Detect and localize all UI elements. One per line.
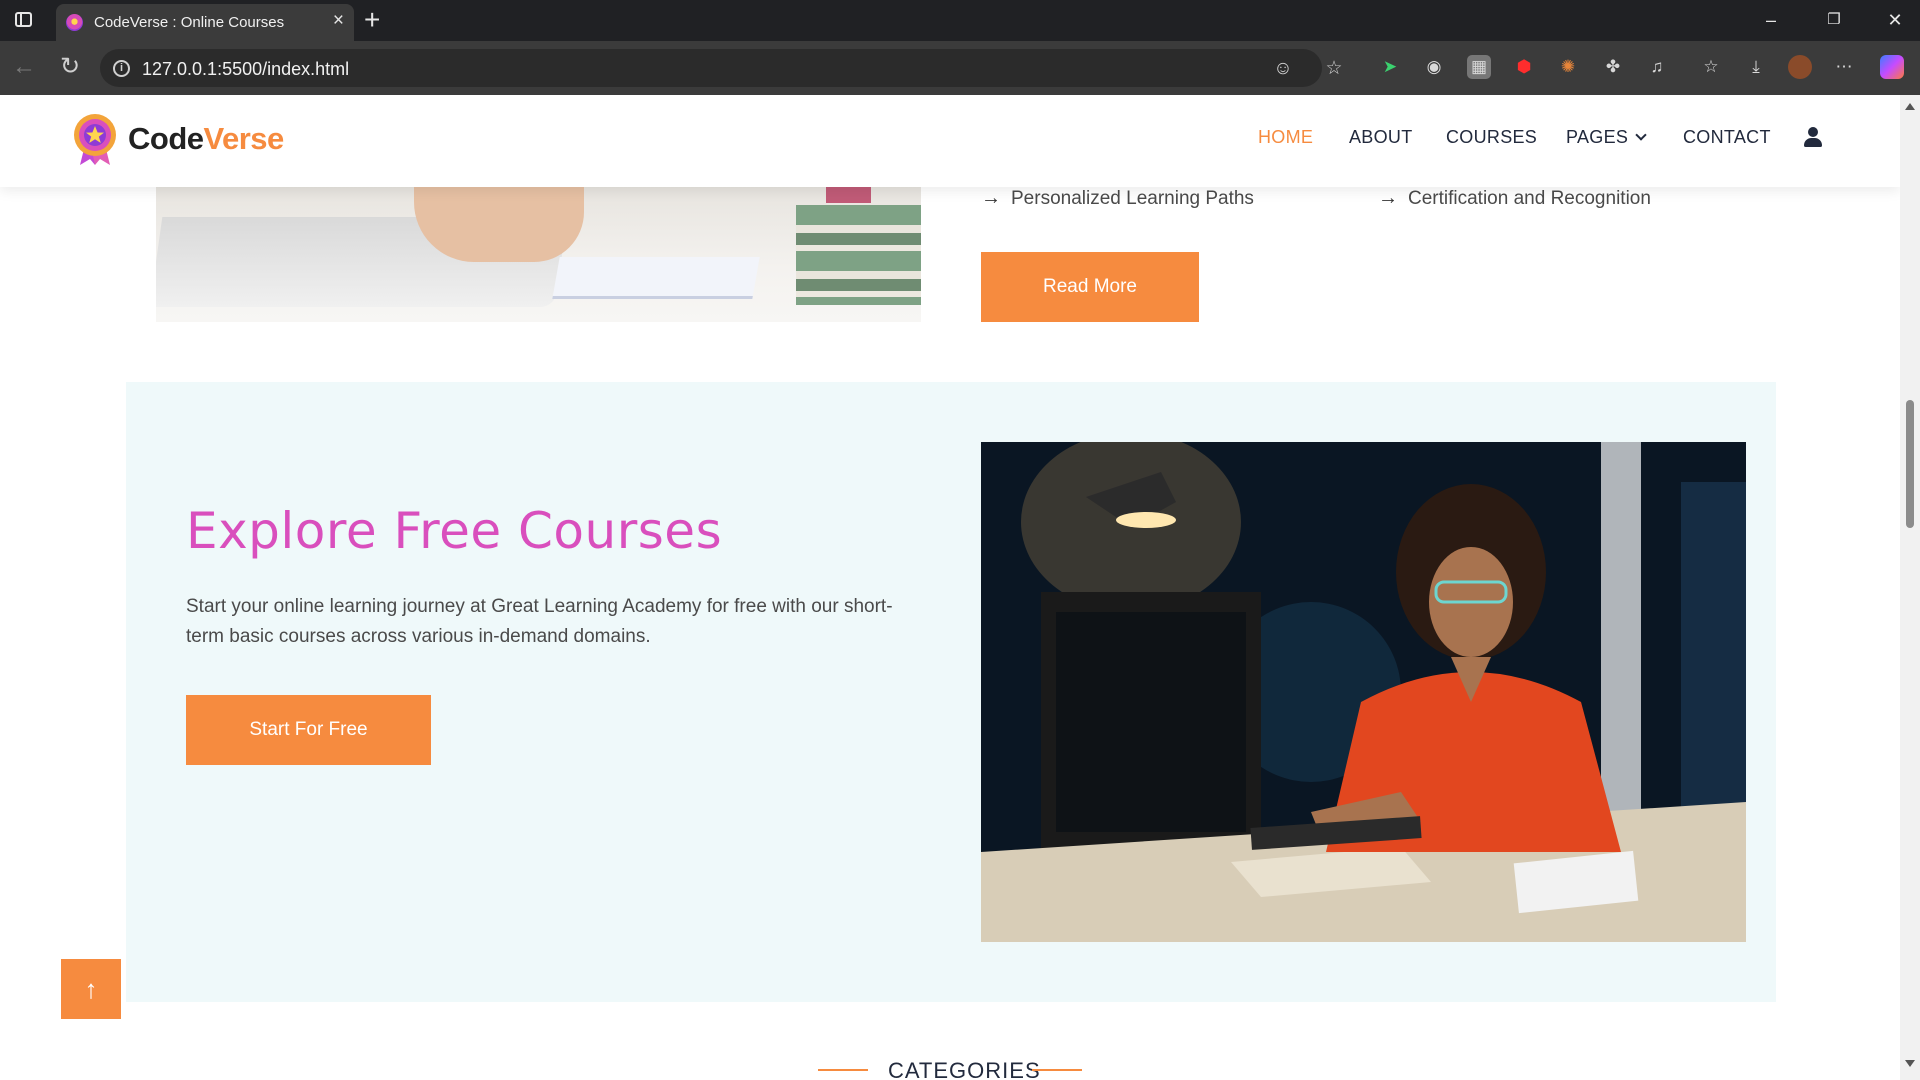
logo-text-verse: Verse: [203, 121, 285, 156]
nav-home[interactable]: HOME: [1258, 127, 1313, 148]
extension-image-icon[interactable]: ▦: [1467, 55, 1491, 79]
browser-toolbar: ← ↻ i 127.0.0.1:5500/index.html ☺ ☆ ➤ ◉ …: [0, 41, 1920, 95]
site-logo[interactable]: CodeVerse: [128, 121, 284, 157]
heading-line-left: [818, 1069, 868, 1071]
reading-mode-icon[interactable]: ☺: [1272, 58, 1294, 80]
logo-text-code: Code: [128, 121, 204, 156]
nav-contact[interactable]: CONTACT: [1683, 127, 1771, 148]
reload-icon[interactable]: ↻: [56, 53, 84, 81]
free-courses-description: Start your online learning journey at Gr…: [186, 596, 893, 647]
extension-mouse-icon[interactable]: ◉: [1422, 55, 1446, 79]
url-text[interactable]: 127.0.0.1:5500/index.html: [142, 59, 349, 80]
browser-tab[interactable]: CodeVerse : Online Courses ×: [56, 4, 354, 41]
site-info-icon[interactable]: i: [113, 60, 130, 77]
nav-pages-label: PAGES: [1566, 127, 1629, 147]
copilot-icon[interactable]: [1880, 55, 1904, 79]
extension-cookie-icon[interactable]: ✺: [1556, 55, 1580, 79]
user-account-icon[interactable]: [1804, 127, 1822, 147]
free-courses-section: Explore Free Courses Start your online l…: [126, 382, 1776, 1002]
more-menu-icon[interactable]: ⋯: [1832, 55, 1856, 79]
extension-shield-icon[interactable]: ⬢: [1512, 55, 1536, 79]
nav-about[interactable]: ABOUT: [1349, 127, 1413, 148]
read-more-button[interactable]: Read More: [981, 252, 1199, 322]
close-window-icon[interactable]: ✕: [1883, 8, 1907, 32]
woman-at-computer-image: [981, 442, 1746, 942]
media-icon[interactable]: ♫: [1645, 55, 1669, 79]
address-bar[interactable]: i 127.0.0.1:5500/index.html ☺ ☆: [100, 49, 1343, 87]
heading-line-right: [1032, 1069, 1082, 1071]
extension-rocket-icon[interactable]: ➤: [1378, 55, 1402, 79]
page-viewport: CodeVerse HOME ABOUT COURSES PAGES CONTA…: [0, 95, 1900, 1080]
arrow-up-icon: ↑: [84, 974, 98, 1004]
new-tab-icon[interactable]: +: [364, 4, 380, 36]
scroll-up-icon[interactable]: [1905, 103, 1915, 110]
pink-object-shape: [826, 187, 871, 203]
browser-tab-bar: CodeVerse : Online Courses × + – ❐ ✕: [0, 0, 1920, 41]
logo-badge-icon: [74, 114, 116, 165]
tab-actions-icon[interactable]: [15, 12, 32, 27]
tab-title: CodeVerse : Online Courses: [94, 14, 285, 31]
close-tab-icon[interactable]: ×: [333, 11, 344, 31]
paper-shape: [552, 257, 760, 299]
hand-shape: [414, 187, 584, 262]
back-icon[interactable]: ←: [10, 53, 38, 81]
feature-label: Certification and Recognition: [1408, 187, 1651, 209]
categories-heading-text: CATEGORIES: [888, 1058, 1041, 1080]
nav-pages[interactable]: PAGES: [1566, 127, 1647, 148]
start-for-free-button[interactable]: Start For Free: [186, 695, 431, 765]
chevron-down-icon: [1635, 129, 1647, 141]
extensions-puzzle-icon[interactable]: ✤: [1601, 55, 1625, 79]
site-favicon-icon: [66, 14, 83, 31]
site-header: CodeVerse HOME ABOUT COURSES PAGES CONTA…: [0, 95, 1900, 187]
feature-item: → Personalized Learning Paths: [981, 187, 1254, 210]
favorites-icon[interactable]: ☆: [1699, 55, 1723, 79]
arrow-right-icon: →: [1378, 187, 1398, 209]
minimize-icon[interactable]: –: [1759, 8, 1783, 32]
scroll-down-icon[interactable]: [1905, 1060, 1915, 1067]
arrow-right-icon: →: [981, 187, 1001, 209]
about-laptop-image: [156, 187, 921, 322]
restore-icon[interactable]: ❐: [1822, 8, 1846, 32]
downloads-icon[interactable]: ⤓: [1744, 55, 1768, 79]
favorite-star-icon[interactable]: ☆: [1323, 58, 1345, 80]
profile-avatar[interactable]: [1788, 55, 1812, 79]
page-scrollbar[interactable]: [1900, 95, 1920, 1080]
scrollbar-thumb[interactable]: [1906, 400, 1914, 528]
feature-item: → Certification and Recognition: [1378, 187, 1651, 210]
back-to-top-button[interactable]: ↑: [61, 959, 121, 1019]
feature-label: Personalized Learning Paths: [1011, 187, 1254, 209]
books-shape: [796, 205, 921, 305]
free-courses-title: Explore Free Courses: [186, 502, 723, 560]
nav-courses[interactable]: COURSES: [1446, 127, 1537, 148]
categories-heading: CATEGORIES: [818, 1058, 1082, 1080]
